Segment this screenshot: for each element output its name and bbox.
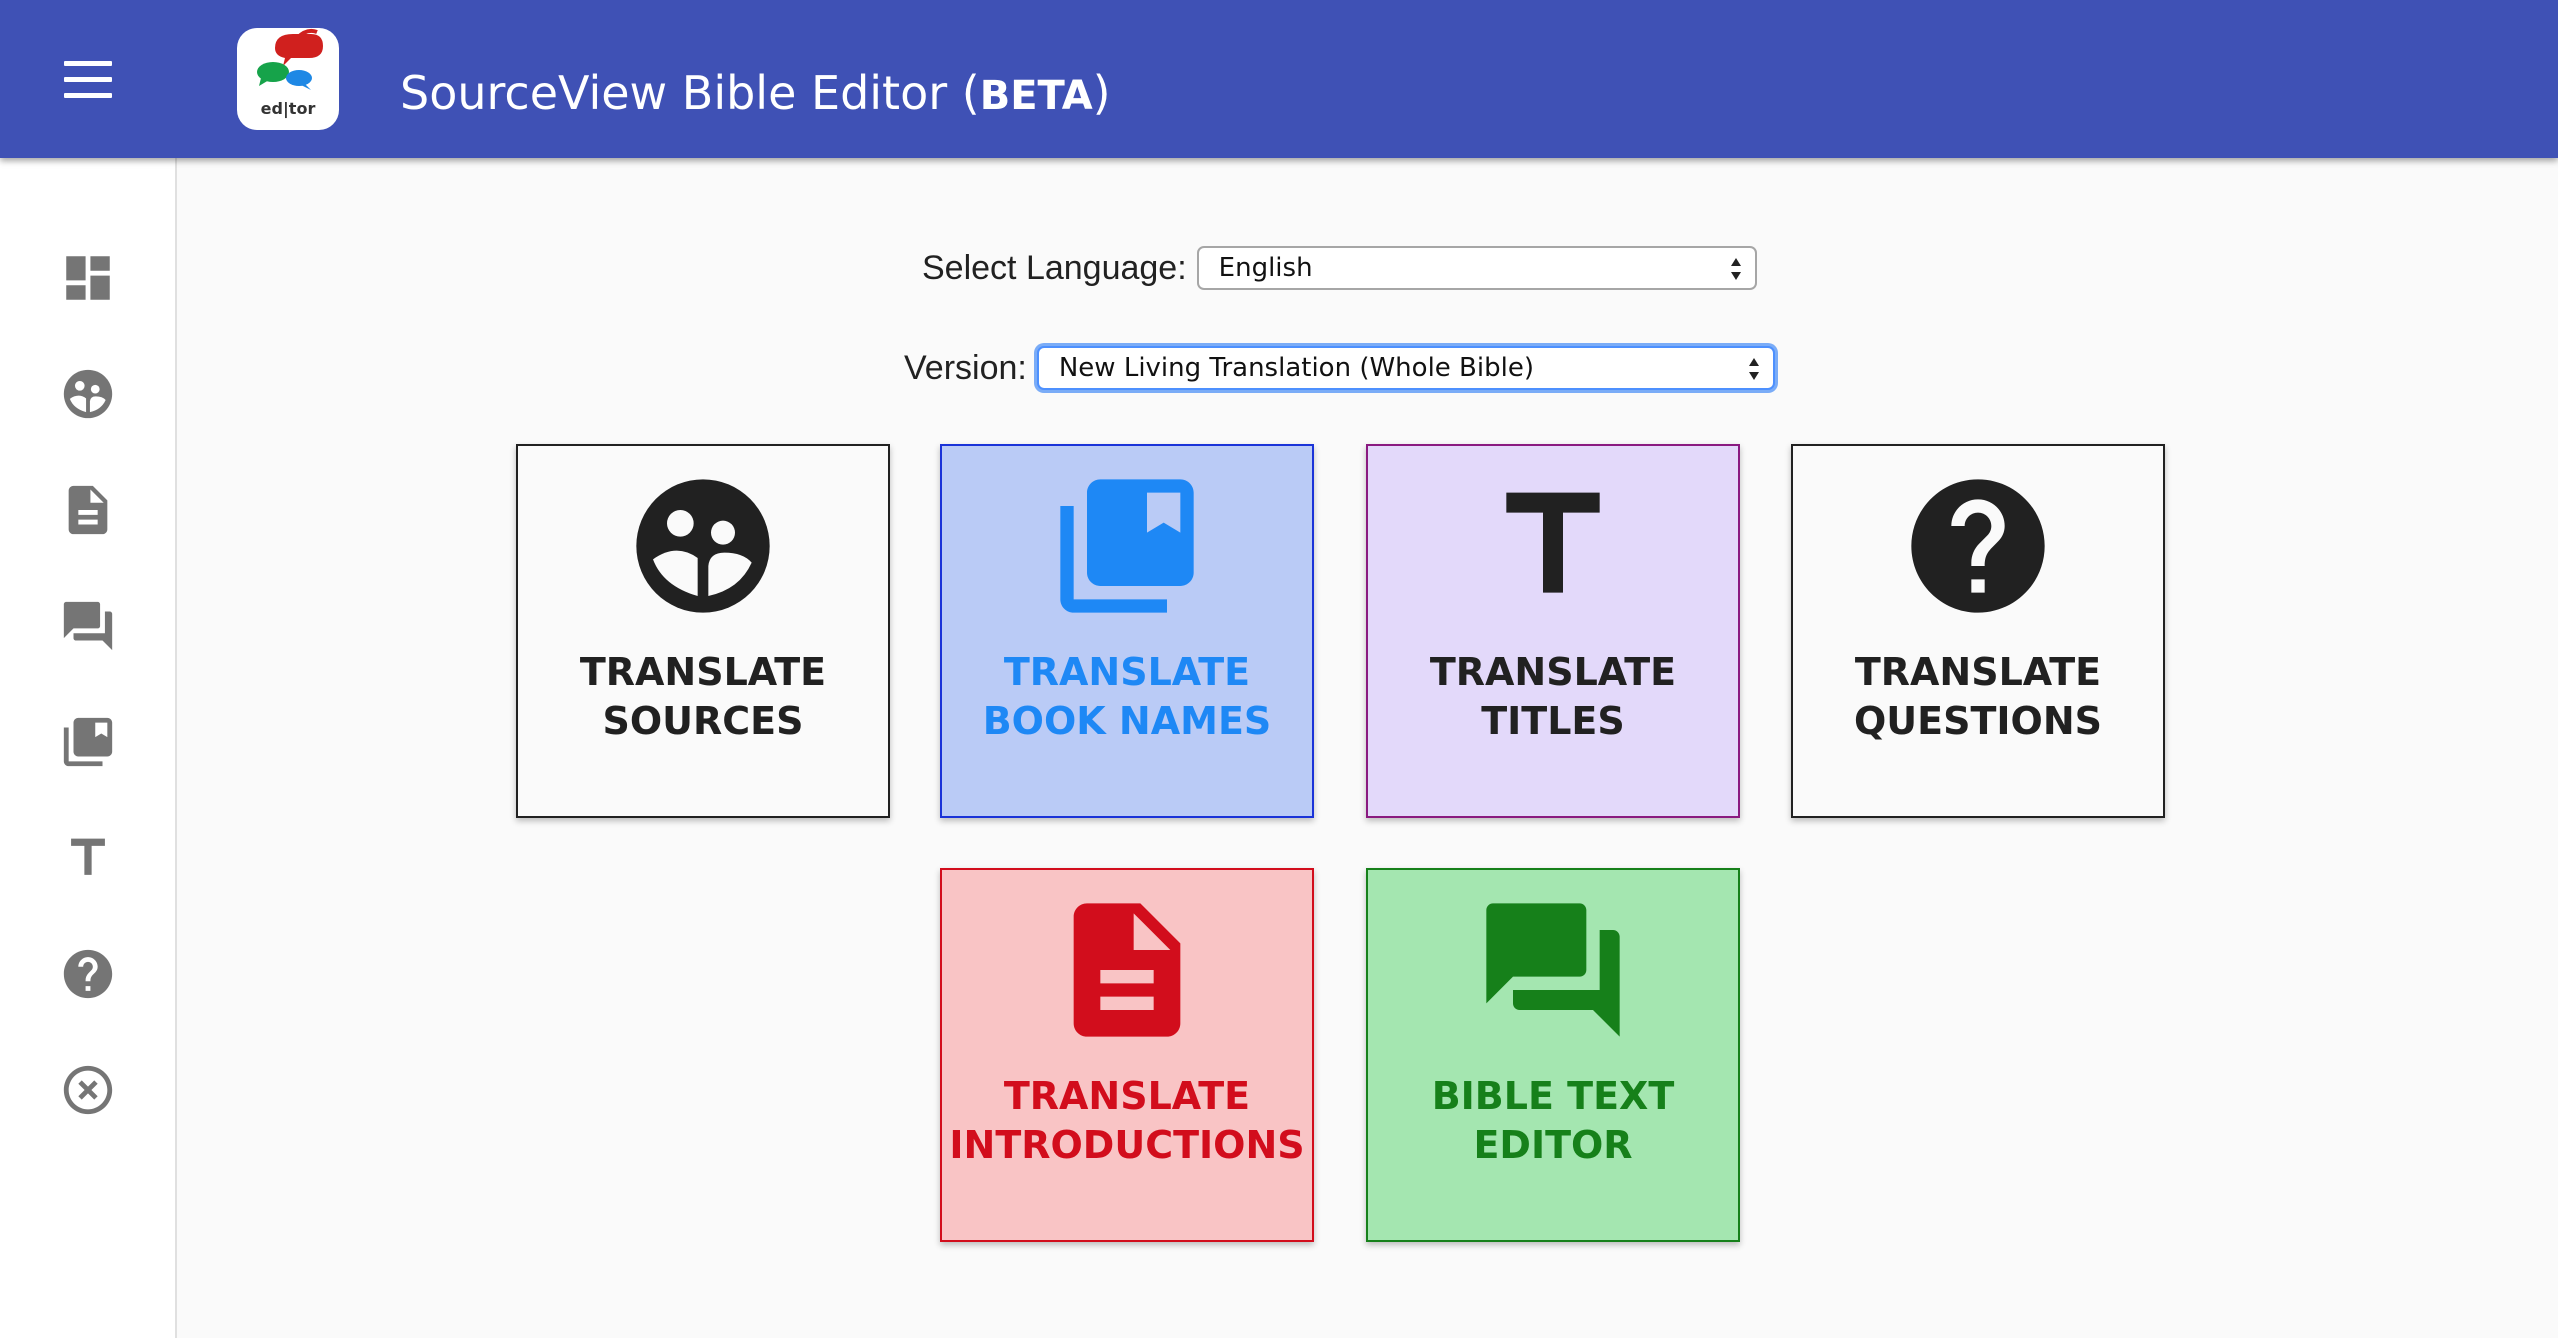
forum-icon	[1486, 903, 1620, 1037]
title-icon	[71, 838, 105, 875]
version-select-value: New Living Translation (Whole Bible)	[1058, 353, 1534, 383]
language-select[interactable]: English	[1196, 246, 1757, 290]
logo-text: ed|tor	[260, 99, 316, 118]
tile-label: BIBLE TEXT EDITOR	[1431, 1074, 1675, 1167]
menu-icon-line	[64, 77, 112, 82]
tile-translate-introductions[interactable]: TRANSLATE INTRODUCTIONS	[940, 868, 1314, 1242]
nav-item-questions[interactable]	[46, 932, 130, 1016]
help-icon	[63, 949, 113, 999]
nav-item-bible-text-editor[interactable]	[46, 584, 130, 668]
tile-label: TRANSLATE INTRODUCTIONS	[949, 1074, 1305, 1167]
tile-translate-questions[interactable]: TRANSLATE QUESTIONS	[1791, 444, 2165, 818]
side-drawer	[0, 158, 177, 1338]
nav-item-titles[interactable]	[46, 816, 130, 900]
menu-button[interactable]	[46, 50, 132, 110]
app-logo: ed|tor	[237, 28, 339, 130]
version-label: Version:	[904, 348, 1027, 387]
tile-label: TRANSLATE SOURCES	[579, 650, 827, 743]
tile-translate-titles[interactable]: TRANSLATE TITLES	[1366, 444, 1740, 818]
nav-item-dashboard[interactable]	[46, 236, 130, 320]
nav-item-book-names[interactable]	[46, 700, 130, 784]
library-books-icon	[1060, 479, 1194, 613]
app-title: SourceView Bible Editor (BETA)	[400, 66, 1111, 120]
library-books-icon	[63, 717, 113, 767]
nav-item-close[interactable]	[46, 1048, 130, 1132]
tile-label: TRANSLATE QUESTIONS	[1853, 650, 2103, 743]
menu-icon-line	[64, 93, 112, 98]
language-label: Select Language:	[922, 248, 1187, 287]
version-select[interactable]: New Living Translation (Whole Bible)	[1036, 346, 1775, 390]
help-icon	[1911, 479, 2045, 613]
translate-sources-icon	[63, 369, 113, 419]
dashboard-icon	[66, 256, 110, 300]
select-arrows-icon	[1748, 358, 1759, 380]
tile-bible-text-editor[interactable]: BIBLE TEXT EDITOR	[1366, 868, 1740, 1242]
forum-icon	[63, 601, 113, 651]
tile-translate-sources[interactable]: TRANSLATE SOURCES	[516, 444, 890, 818]
version-row: Version: New Living Translation (Whole B…	[904, 346, 1775, 390]
document-icon	[1073, 903, 1181, 1037]
title-icon	[1506, 492, 1600, 593]
translate-sources-icon	[636, 479, 770, 613]
nav-item-introductions[interactable]	[46, 468, 130, 552]
app-title-main: SourceView Bible Editor (	[400, 66, 980, 120]
app-bar: ed|tor SourceView Bible Editor (BETA)	[0, 0, 2558, 158]
close-circle-icon	[63, 1065, 113, 1115]
select-arrows-icon	[1730, 258, 1741, 280]
app-title-end: )	[1092, 66, 1111, 120]
tile-translate-book-names[interactable]: TRANSLATE BOOK NAMES	[940, 444, 1314, 818]
language-row: Select Language: English	[922, 246, 1757, 290]
tile-label: TRANSLATE TITLES	[1429, 650, 1677, 743]
tile-label: TRANSLATE BOOK NAMES	[982, 650, 1272, 743]
beta-badge: BETA	[979, 73, 1093, 119]
language-select-value: English	[1218, 253, 1313, 283]
menu-icon-line	[64, 61, 112, 66]
nav-item-translate-sources[interactable]	[46, 352, 130, 436]
document-icon	[68, 485, 108, 535]
